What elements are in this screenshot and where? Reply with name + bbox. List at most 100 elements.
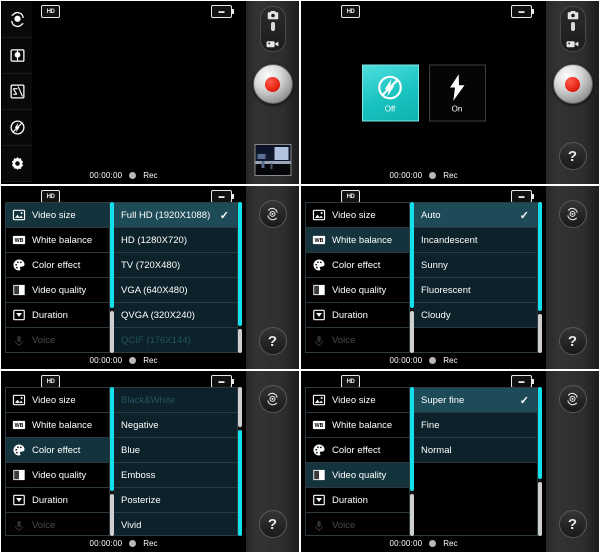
option-row[interactable]: Vivid: [114, 513, 237, 535]
option-row[interactable]: Fine: [414, 413, 537, 438]
video-size-icon: [11, 393, 26, 408]
rotate-camera-button[interactable]: [258, 200, 287, 228]
option-row[interactable]: Blue: [114, 438, 237, 463]
sidebar-item-white-balance[interactable]: WB White balance: [6, 413, 109, 438]
option-label: Super fine: [421, 394, 465, 406]
option-row[interactable]: Sunny: [414, 253, 537, 278]
sidebar-item-white-balance[interactable]: WB White balance: [6, 228, 109, 253]
sidebar-item-voice[interactable]: Voice: [306, 513, 409, 535]
record-button[interactable]: [252, 64, 293, 104]
help-button[interactable]: ?: [558, 510, 587, 538]
option-row[interactable]: Cloudy: [414, 303, 537, 328]
sidebar-item-video-quality[interactable]: Video quality: [6, 278, 109, 303]
sidebar-item-white-balance[interactable]: WB White balance: [306, 413, 409, 438]
option-row[interactable]: Full HD (1920X1088) ✓: [114, 203, 237, 228]
rotate-camera-button[interactable]: [258, 385, 287, 413]
camera-switch-icon[interactable]: [2, 2, 32, 38]
sidebar-item-video-size[interactable]: Video size: [6, 388, 109, 413]
rotate-camera-button[interactable]: [558, 200, 587, 228]
menu-category-list: Video size WB White balance Color effect…: [5, 202, 110, 353]
panel-white-balance: HD ▬ Video size WB White balance Color e…: [300, 185, 600, 370]
svg-text:WB: WB: [14, 423, 23, 429]
check-icon: ✓: [519, 209, 529, 222]
flash-on-icon: [450, 73, 465, 101]
sidebar-item-voice[interactable]: Voice: [6, 513, 109, 535]
sidebar-item-color-effect[interactable]: Color effect: [306, 438, 409, 463]
help-button[interactable]: ?: [558, 327, 587, 355]
sidebar-item-duration[interactable]: Duration: [306, 488, 409, 513]
option-scrollbar[interactable]: [238, 202, 242, 353]
option-list-video-size: Full HD (1920X1088) ✓ HD (1280X720) TV (…: [114, 202, 238, 353]
white-balance-icon[interactable]: [2, 38, 32, 74]
record-button[interactable]: [552, 64, 593, 104]
option-row[interactable]: Auto ✓: [414, 203, 537, 228]
menu-label: Color effect: [32, 259, 81, 271]
option-row[interactable]: Black&White: [114, 388, 237, 413]
last-capture-thumbnail[interactable]: [254, 144, 291, 176]
option-row[interactable]: TV (720X480): [114, 253, 237, 278]
sidebar-item-video-quality[interactable]: Video quality: [6, 463, 109, 488]
control-bezel: ?: [546, 186, 599, 369]
video-mode-icon[interactable]: [261, 39, 285, 49]
camera-video-mode-toggle[interactable]: [259, 6, 286, 52]
menu-label: Video size: [332, 209, 376, 221]
exposure-icon[interactable]: [2, 74, 32, 110]
sidebar-item-white-balance[interactable]: WB White balance: [306, 228, 409, 253]
option-list-white-balance: Auto ✓ Incandescent Sunny Fluorescent Cl…: [414, 202, 538, 353]
sidebar-item-voice[interactable]: Voice: [6, 328, 109, 352]
video-mode-icon[interactable]: [561, 39, 585, 49]
camera-video-mode-toggle[interactable]: [559, 6, 586, 52]
hd-badge: HD: [41, 5, 60, 18]
settings-menu: Video size WB White balance Color effect…: [305, 202, 542, 353]
help-button[interactable]: ?: [258, 510, 287, 538]
option-scrollbar[interactable]: [238, 387, 242, 536]
sidebar-item-duration[interactable]: Duration: [306, 303, 409, 328]
option-row[interactable]: Incandescent: [414, 228, 537, 253]
video-quality-icon: [11, 468, 26, 483]
sidebar-item-duration[interactable]: Duration: [6, 488, 109, 513]
sidebar-item-color-effect[interactable]: Color effect: [306, 253, 409, 278]
option-row[interactable]: QCIF (176X144): [114, 328, 237, 352]
flash-off-icon[interactable]: [2, 110, 32, 146]
option-label: Full HD (1920X1088): [121, 209, 211, 221]
duration-icon: [311, 493, 326, 508]
sidebar-item-color-effect[interactable]: Color effect: [6, 253, 109, 278]
flash-option-on[interactable]: On: [428, 64, 486, 121]
record-status-bar: 00:00:00 Rec: [1, 171, 246, 180]
option-label: Auto: [421, 209, 441, 221]
rec-indicator-dot: [429, 540, 437, 547]
flash-option-off[interactable]: Off: [361, 64, 419, 121]
viewfinder-screen[interactable]: HD ▬ 00:00:00 Rec: [1, 1, 246, 184]
option-label: Fine: [421, 419, 440, 431]
option-label: Sunny: [421, 259, 448, 271]
option-row[interactable]: Super fine ✓: [414, 388, 537, 413]
sidebar-item-video-quality[interactable]: Video quality: [306, 278, 409, 303]
option-row[interactable]: Posterize: [114, 488, 237, 513]
sidebar-item-voice[interactable]: Voice: [306, 328, 409, 352]
sidebar-item-video-size[interactable]: Video size: [306, 203, 409, 228]
sidebar-item-color-effect[interactable]: Color effect: [6, 438, 109, 463]
option-row[interactable]: HD (1280X720): [114, 228, 237, 253]
camera-mode-icon[interactable]: [561, 10, 585, 20]
sidebar-item-duration[interactable]: Duration: [6, 303, 109, 328]
help-button[interactable]: ?: [258, 327, 287, 355]
option-row[interactable]: VGA (640X480): [114, 278, 237, 303]
help-button[interactable]: ?: [558, 142, 587, 170]
menu-label: Video size: [332, 394, 376, 406]
option-row[interactable]: Normal: [414, 438, 537, 463]
sidebar-item-video-quality[interactable]: Video quality: [306, 463, 409, 488]
option-scrollbar[interactable]: [538, 387, 542, 536]
rotate-camera-button[interactable]: [558, 385, 587, 413]
option-row[interactable]: Emboss: [114, 463, 237, 488]
viewfinder-screen[interactable]: HD ▬ Off On 00:00:00 Rec: [301, 1, 546, 184]
sidebar-item-video-size[interactable]: Video size: [6, 203, 109, 228]
battery-badge: ▬: [211, 5, 234, 18]
option-label: QCIF (176X144): [121, 334, 191, 346]
rec-label: Rec: [443, 356, 458, 365]
sidebar-item-video-size[interactable]: Video size: [306, 388, 409, 413]
option-row[interactable]: QVGA (320X240): [114, 303, 237, 328]
option-scrollbar[interactable]: [538, 202, 542, 353]
option-row[interactable]: Fluorescent: [414, 278, 537, 303]
option-row[interactable]: Negative: [114, 413, 237, 438]
camera-mode-icon[interactable]: [261, 10, 285, 20]
